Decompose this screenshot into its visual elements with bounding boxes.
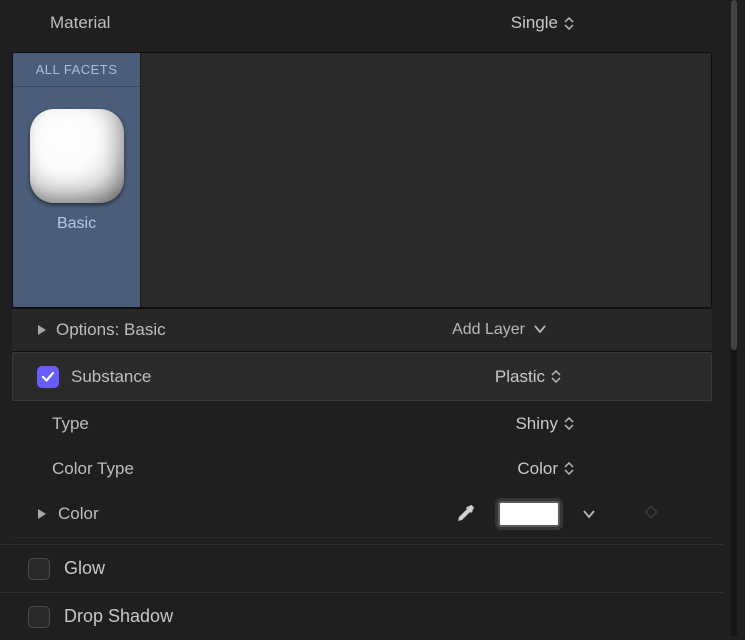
material-preview-thumbnail bbox=[30, 109, 124, 203]
glow-checkbox[interactable] bbox=[28, 558, 50, 580]
facets-tab-label: ALL FACETS bbox=[13, 53, 140, 87]
drop-shadow-section: Drop Shadow bbox=[0, 592, 724, 640]
substance-label: Substance bbox=[71, 367, 151, 387]
vertical-scrollbar[interactable] bbox=[731, 0, 737, 636]
facets-well: ALL FACETS Basic bbox=[12, 52, 712, 308]
up-down-arrows-icon bbox=[551, 370, 561, 383]
substance-value: Plastic bbox=[495, 367, 545, 387]
add-layer-dropdown[interactable]: Add Layer bbox=[452, 321, 547, 339]
glow-label: Glow bbox=[64, 558, 105, 579]
eyedropper-icon[interactable] bbox=[454, 503, 476, 525]
color-type-label: Color Type bbox=[52, 459, 134, 479]
glow-section: Glow bbox=[0, 544, 724, 592]
color-type-row: Color Type Color bbox=[0, 446, 724, 491]
material-mode-dropdown[interactable]: Single bbox=[511, 13, 574, 33]
material-label: Material bbox=[50, 13, 110, 33]
color-row: Color bbox=[12, 491, 712, 538]
substance-checkbox[interactable] bbox=[37, 366, 59, 388]
options-label: Options: Basic bbox=[56, 320, 166, 340]
type-row: Type Shiny bbox=[0, 401, 724, 446]
facet-card-all[interactable]: ALL FACETS Basic bbox=[13, 53, 141, 307]
drop-shadow-label: Drop Shadow bbox=[64, 606, 173, 627]
scrollbar-thumb[interactable] bbox=[731, 0, 737, 350]
substance-row: Substance Plastic bbox=[12, 352, 712, 401]
material-preset-name: Basic bbox=[57, 215, 96, 233]
up-down-arrows-icon bbox=[564, 462, 574, 475]
add-layer-label: Add Layer bbox=[452, 321, 525, 339]
material-header-row: Material Single bbox=[0, 0, 724, 46]
keyframe-diamond-icon[interactable] bbox=[644, 505, 658, 524]
color-label: Color bbox=[58, 504, 99, 524]
color-swatch[interactable] bbox=[498, 501, 560, 527]
options-row: Options: Basic Add Layer bbox=[12, 308, 712, 352]
checkmark-icon bbox=[41, 371, 55, 383]
material-mode-value: Single bbox=[511, 13, 558, 33]
chevron-down-icon bbox=[533, 321, 547, 339]
color-type-dropdown[interactable]: Color bbox=[517, 459, 574, 479]
type-value: Shiny bbox=[515, 414, 558, 434]
color-dropdown-chevron-icon[interactable] bbox=[582, 509, 596, 519]
disclosure-triangle-icon[interactable] bbox=[36, 324, 48, 336]
type-dropdown[interactable]: Shiny bbox=[515, 414, 574, 434]
substance-dropdown[interactable]: Plastic bbox=[495, 367, 561, 387]
up-down-arrows-icon bbox=[564, 17, 574, 30]
color-type-value: Color bbox=[517, 459, 558, 479]
drop-shadow-checkbox[interactable] bbox=[28, 606, 50, 628]
disclosure-triangle-icon[interactable] bbox=[36, 508, 48, 520]
type-label: Type bbox=[52, 414, 89, 434]
up-down-arrows-icon bbox=[564, 417, 574, 430]
